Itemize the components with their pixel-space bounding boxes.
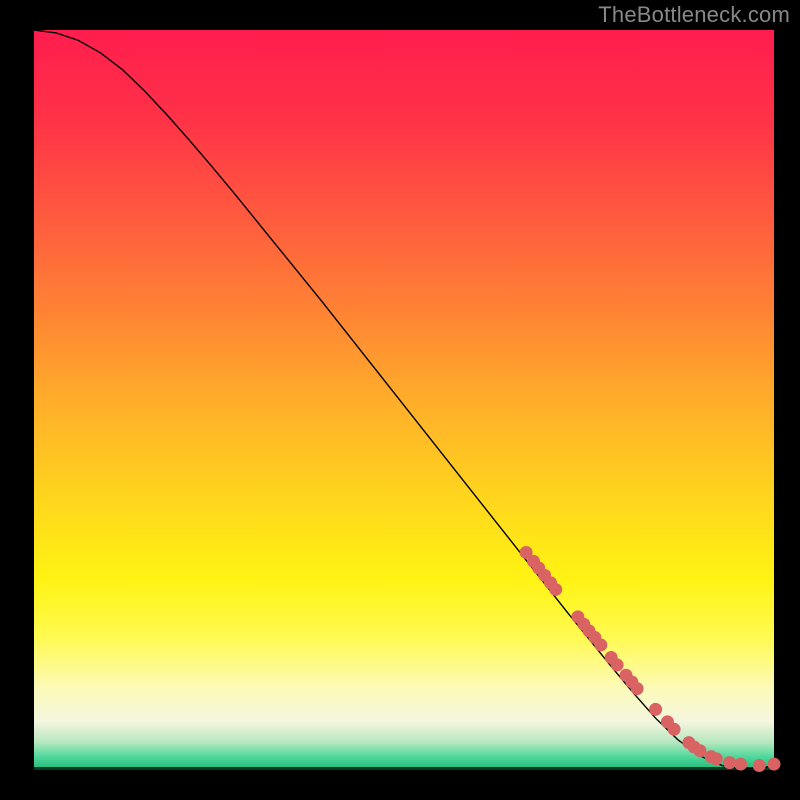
data-point — [649, 703, 662, 716]
data-point — [753, 759, 766, 772]
data-point — [723, 756, 736, 769]
chart-svg — [0, 0, 800, 800]
data-point — [768, 758, 781, 771]
chart-container: TheBottleneck.com — [0, 0, 800, 800]
data-point — [594, 638, 607, 651]
data-point — [694, 744, 707, 757]
gradient-background — [34, 30, 774, 770]
data-point — [710, 752, 723, 765]
plot-bottom-border — [34, 767, 774, 770]
data-point — [734, 758, 747, 771]
data-point — [611, 658, 624, 671]
data-point — [631, 682, 644, 695]
data-point — [668, 723, 681, 736]
data-point — [549, 583, 562, 596]
